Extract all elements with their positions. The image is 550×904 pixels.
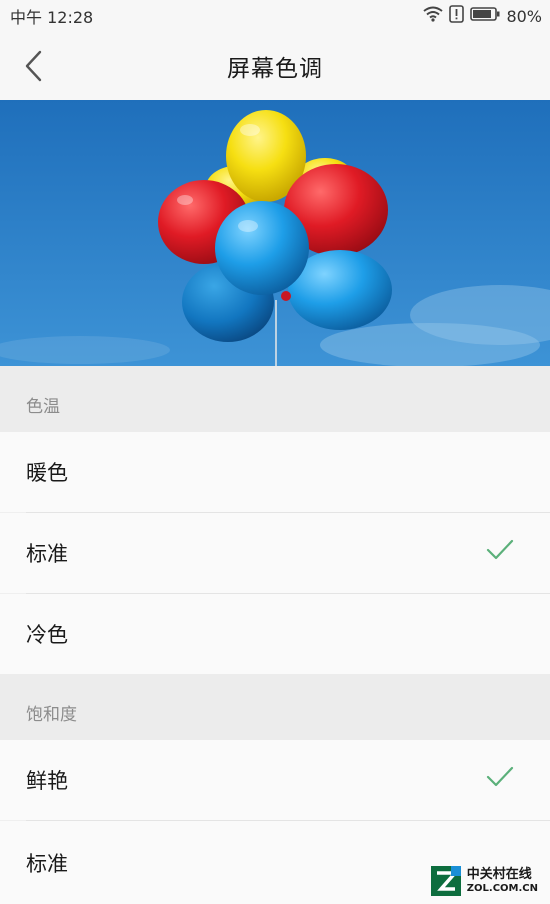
watermark-text-cn: 中关村在线: [466, 867, 532, 882]
battery-percent: 80%: [506, 6, 542, 26]
section-header-saturation: 饱和度: [0, 674, 550, 740]
section-title: 饱和度: [26, 704, 77, 725]
list-item-warm[interactable]: 暖色: [0, 432, 550, 512]
status-bar: 中午 12:28 80%: [0, 0, 550, 32]
watermark-text-en: ZOL.COM.CN: [466, 883, 538, 894]
header: 屏幕色调: [0, 32, 550, 100]
list-item-cool[interactable]: 冷色: [0, 594, 550, 674]
page-title: 屏幕色调: [227, 56, 323, 82]
list-item-standard-temperature[interactable]: 标准: [0, 513, 550, 593]
checkmark-icon: [486, 539, 514, 565]
alert-icon: [449, 5, 465, 27]
list-item-label: 冷色: [26, 623, 68, 647]
list-item-vivid[interactable]: 鲜艳: [0, 740, 550, 820]
watermark: 中关村在线 ZOL.COM.CN: [430, 866, 538, 896]
checkmark-icon: [486, 766, 514, 792]
status-time: 中午 12:28: [10, 8, 94, 27]
list-item-label: 暖色: [26, 461, 68, 485]
section-header-color-temperature: 色温: [0, 366, 550, 432]
back-button[interactable]: [14, 46, 54, 86]
list-item-label: 标准: [26, 542, 68, 566]
status-icons: 80%: [423, 5, 542, 27]
chevron-left-icon: [25, 50, 42, 82]
list-item-label: 鲜艳: [26, 769, 68, 793]
section-title: 色温: [26, 396, 60, 417]
hero-image: [0, 100, 550, 366]
battery-icon: [470, 6, 500, 26]
wifi-icon: [423, 6, 444, 26]
list-item-label: 标准: [26, 851, 68, 876]
zol-logo-icon: [430, 866, 461, 896]
